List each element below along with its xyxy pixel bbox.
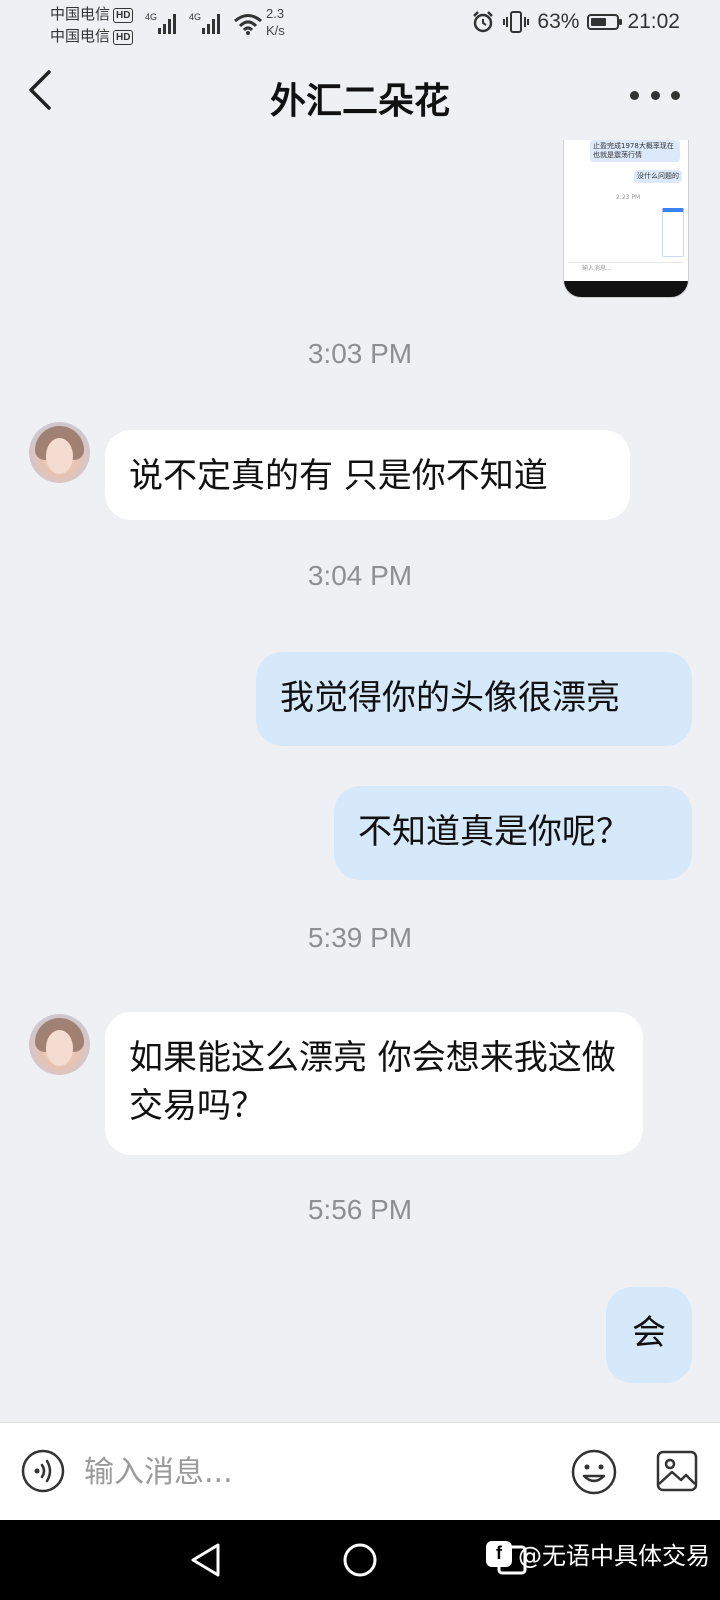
more-dots-icon [650,90,660,100]
hd-badge: HD [113,29,134,45]
signal-icon: 4G [145,12,176,34]
watermark-text: @无语中具体交易 [518,1542,710,1570]
system-nav-bar: f @无语中具体交易 [0,1520,720,1600]
carrier-label-1: 中国电信 [50,6,111,23]
more-options-button[interactable] [630,80,680,110]
more-dots-icon [671,90,680,100]
carrier-label-2: 中国电信 [50,28,111,45]
message-timestamp: 3:03 PM [307,338,413,369]
status-bar: 中国电信 HD 中国电信 HD 4G 4G 2.3 K/s 63% 21:02 [0,0,720,50]
emoji-icon [571,1449,617,1495]
wifi-icon [234,14,262,35]
battery-percent: 63% [537,10,580,33]
network-speed-unit: K/s [266,23,285,38]
page-title: 外汇二朵花 [269,81,450,122]
avatar[interactable] [29,422,90,483]
message-timestamp: 5:39 PM [307,922,413,953]
avatar[interactable] [29,1014,90,1075]
network-type-1: 4G [145,12,157,22]
outgoing-message[interactable]: 不知道真是你呢？ [334,786,692,880]
image-icon [656,1450,698,1492]
voice-icon [21,1449,65,1493]
nav-home-button[interactable] [338,1538,382,1582]
incoming-message[interactable]: 如果能这么漂亮 你会想来我这做交易吗？ [105,1012,643,1155]
battery-icon [587,14,623,30]
vibrate-icon [503,11,530,33]
shared-image-time: 2:23 PM [616,194,641,201]
message-input-bar [0,1422,720,1520]
signal-icon: 4G [189,12,220,34]
clock: 21:02 [627,10,680,33]
shared-image-navbar [564,281,688,297]
network-speed: 2.3 K/s [266,5,285,39]
incoming-message[interactable]: 说不定真的有 只是你不知道 [105,430,630,520]
message-timestamp: 5:56 PM [307,1194,413,1225]
shared-image-text: 没什么问题的 [634,170,682,183]
avatar-face [46,438,73,474]
outgoing-message[interactable]: 会 [606,1287,692,1383]
shared-image-message[interactable]: 止盈完成1978大概率现在也就是震荡行情 没什么问题的 2:23 PM 输入消息… [563,140,689,298]
shared-image-input: 输入消息... [568,262,684,275]
hd-badge: HD [113,7,134,23]
message-list[interactable]: 止盈完成1978大概率现在也就是震荡行情 没什么问题的 2:23 PM 输入消息… [0,140,720,1422]
message-timestamp: 3:04 PM [307,560,413,591]
shared-image-text: 止盈完成1978大概率现在也就是震荡行情 [590,140,680,162]
emoji-button[interactable] [570,1448,618,1496]
triangle-back-icon [191,1543,220,1577]
avatar-face [46,1030,73,1066]
signal-indicators: 4G 4G [145,10,263,36]
outgoing-message[interactable]: 我觉得你的头像很漂亮 [256,652,692,746]
status-right: 63% 21:02 [471,10,680,34]
chat-header: 外汇二朵花 [0,50,720,140]
shared-image-thumbnail [662,208,684,257]
chat-screen: 中国电信 HD 中国电信 HD 4G 4G 2.3 K/s 63% 21:02 … [0,0,720,1600]
circle-home-icon [343,1543,377,1577]
network-type-2: 4G [189,12,201,22]
battery-level [591,18,607,26]
alarm-icon [473,11,494,33]
network-speed-value: 2.3 [266,6,285,21]
image-button[interactable] [654,1448,700,1494]
carrier-info: 中国电信 HD 中国电信 HD [50,4,134,48]
nav-back-button[interactable] [184,1538,228,1582]
more-dots-icon [630,90,639,100]
message-input[interactable] [82,1441,546,1503]
watermark-logo-icon: f [486,1540,512,1567]
watermark: f @无语中具体交易 [486,1536,710,1571]
voice-button[interactable] [20,1448,66,1494]
